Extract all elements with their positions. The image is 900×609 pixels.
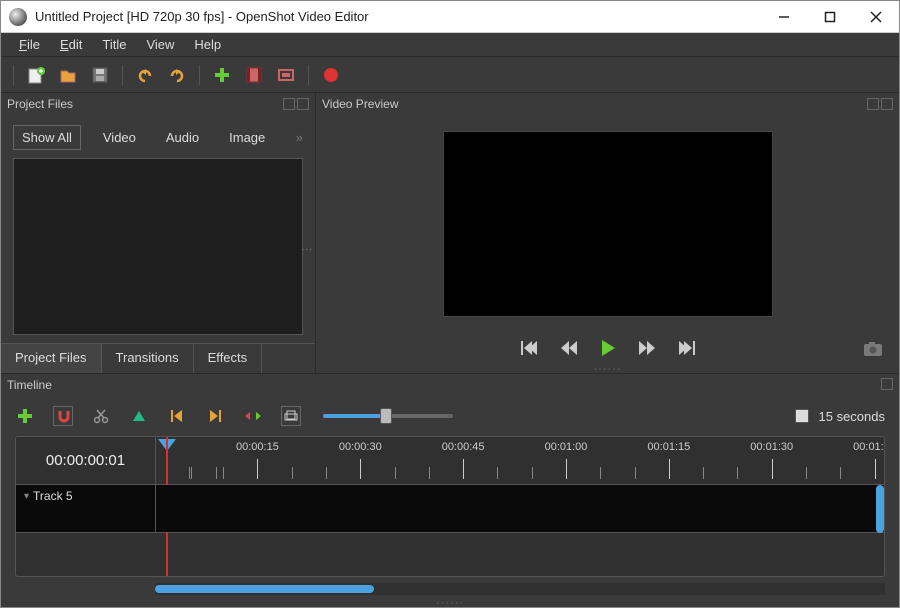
snapshot-icon[interactable] <box>863 341 883 357</box>
app-window: Untitled Project [HD 720p 30 fps] - Open… <box>0 0 900 608</box>
add-marker-icon[interactable] <box>129 406 149 426</box>
tab-transitions[interactable]: Transitions <box>102 344 194 373</box>
import-files-icon[interactable] <box>212 65 232 85</box>
add-track-icon[interactable] <box>15 406 35 426</box>
maximize-button[interactable] <box>807 1 853 32</box>
filter-show-all[interactable]: Show All <box>13 125 81 150</box>
zoom-slider-knob[interactable] <box>380 408 392 424</box>
ruler-tick-label: 00:01:15 <box>647 441 690 453</box>
zoom-slider[interactable] <box>323 414 453 418</box>
menubar: File Edit Title View Help <box>1 33 899 57</box>
window-title: Untitled Project [HD 720p 30 fps] - Open… <box>35 9 761 24</box>
timeline-title: Timeline <box>7 378 52 392</box>
timeline-splitter[interactable]: ······ <box>1 597 899 607</box>
timecode-display[interactable]: 00:00:00:01 <box>16 437 156 484</box>
ruler-tick-label: 00:00:30 <box>339 441 382 453</box>
redo-icon[interactable] <box>167 65 187 85</box>
track-body[interactable] <box>156 485 884 532</box>
titlebar: Untitled Project [HD 720p 30 fps] - Open… <box>1 1 899 33</box>
play-icon[interactable] <box>600 339 616 357</box>
horizontal-scrollbar-thumb[interactable] <box>155 585 374 593</box>
panels: Project Files Show All Video Audio Image… <box>1 93 899 373</box>
filter-video[interactable]: Video <box>95 126 144 149</box>
ruler-ticks[interactable]: 00:00:15 00:00:30 00:00:45 00:01:00 00:01:15… <box>156 437 884 484</box>
fast-forward-icon[interactable] <box>638 340 656 356</box>
ruler-tick-label: 00:00:45 <box>442 441 485 453</box>
video-preview-title: Video Preview <box>322 97 399 111</box>
timeline-tracks: ▾ Track 5 <box>16 485 884 576</box>
app-icon <box>9 8 27 26</box>
horizontal-scrollbar[interactable] <box>155 583 885 595</box>
ruler-tick-label: 00:01:00 <box>545 441 588 453</box>
project-files-title: Project Files <box>7 97 73 111</box>
timeline-ruler-area: 00:00:00:01 00:00:1500:00:3000:00:4500:0… <box>15 436 885 577</box>
menu-file[interactable]: File <box>9 35 50 54</box>
menu-edit[interactable]: Edit <box>50 35 92 54</box>
tab-project-files[interactable]: Project Files <box>1 344 102 373</box>
ruler-tick-label: 00:01:45 <box>853 441 884 453</box>
next-marker-icon[interactable] <box>205 406 225 426</box>
center-playhead-icon[interactable] <box>243 406 263 426</box>
menu-view[interactable]: View <box>136 35 184 54</box>
fullscreen-icon[interactable] <box>276 65 296 85</box>
playback-controls <box>520 339 696 357</box>
ruler-tick-label: 00:00:15 <box>236 441 279 453</box>
media-thumbnails-area[interactable]: ⋮ <box>13 158 303 335</box>
export-icon[interactable] <box>321 65 341 85</box>
open-project-icon[interactable] <box>58 65 78 85</box>
left-bottom-tabs: Project Files Transitions Effects <box>1 343 315 373</box>
undock-preview-icon[interactable] <box>867 98 879 110</box>
timeline-panel: Timeline 15 seconds 00:00:00:01 00:00:1 <box>1 373 899 607</box>
preview-area <box>316 115 899 363</box>
jump-end-icon[interactable] <box>678 340 696 356</box>
track-collapse-icon[interactable]: ▾ <box>24 491 29 502</box>
undo-icon[interactable] <box>135 65 155 85</box>
close-preview-icon[interactable] <box>881 98 893 110</box>
project-files-panel: Project Files Show All Video Audio Image… <box>1 93 316 373</box>
panel-resize-handle[interactable]: ⋮ <box>300 243 314 250</box>
close-panel-icon[interactable] <box>297 98 309 110</box>
track-header[interactable]: ▾ Track 5 <box>16 485 156 532</box>
zoom-label: 15 seconds <box>819 409 886 424</box>
razor-icon[interactable] <box>91 406 111 426</box>
menu-title[interactable]: Title <box>92 35 136 54</box>
zoom-reset-icon[interactable] <box>795 409 809 423</box>
snapping-icon[interactable] <box>53 406 73 426</box>
menu-help[interactable]: Help <box>184 35 231 54</box>
rewind-icon[interactable] <box>560 340 578 356</box>
filter-image[interactable]: Image <box>221 126 273 149</box>
video-preview-panel: Video Preview ······ <box>316 93 899 373</box>
panel-splitter-horizontal[interactable]: ······ <box>316 363 899 373</box>
video-frame[interactable] <box>443 131 773 317</box>
filter-tabs: Show All Video Audio Image » <box>1 115 315 158</box>
close-button[interactable] <box>853 1 899 32</box>
undock-icon[interactable] <box>283 98 295 110</box>
prev-marker-icon[interactable] <box>167 406 187 426</box>
vertical-scrollbar-thumb[interactable] <box>876 485 884 533</box>
profile-icon[interactable] <box>244 65 264 85</box>
main-toolbar <box>1 57 899 93</box>
undock-timeline-icon[interactable] <box>881 378 893 390</box>
ruler-tick-label: 00:01:30 <box>750 441 793 453</box>
filter-more-icon[interactable]: » <box>296 130 303 145</box>
jump-start-icon[interactable] <box>520 340 538 356</box>
timeline-ruler[interactable]: 00:00:00:01 00:00:1500:00:3000:00:4500:0… <box>16 437 884 485</box>
track-label: Track 5 <box>33 489 73 503</box>
new-project-icon[interactable] <box>26 65 46 85</box>
save-project-icon[interactable] <box>90 65 110 85</box>
zoom-tool-icon[interactable] <box>281 406 301 426</box>
tab-effects[interactable]: Effects <box>194 344 263 373</box>
minimize-button[interactable] <box>761 1 807 32</box>
window-controls <box>761 1 899 32</box>
filter-audio[interactable]: Audio <box>158 126 207 149</box>
track-row: ▾ Track 5 <box>16 485 884 533</box>
timeline-toolbar: 15 seconds <box>1 396 899 436</box>
